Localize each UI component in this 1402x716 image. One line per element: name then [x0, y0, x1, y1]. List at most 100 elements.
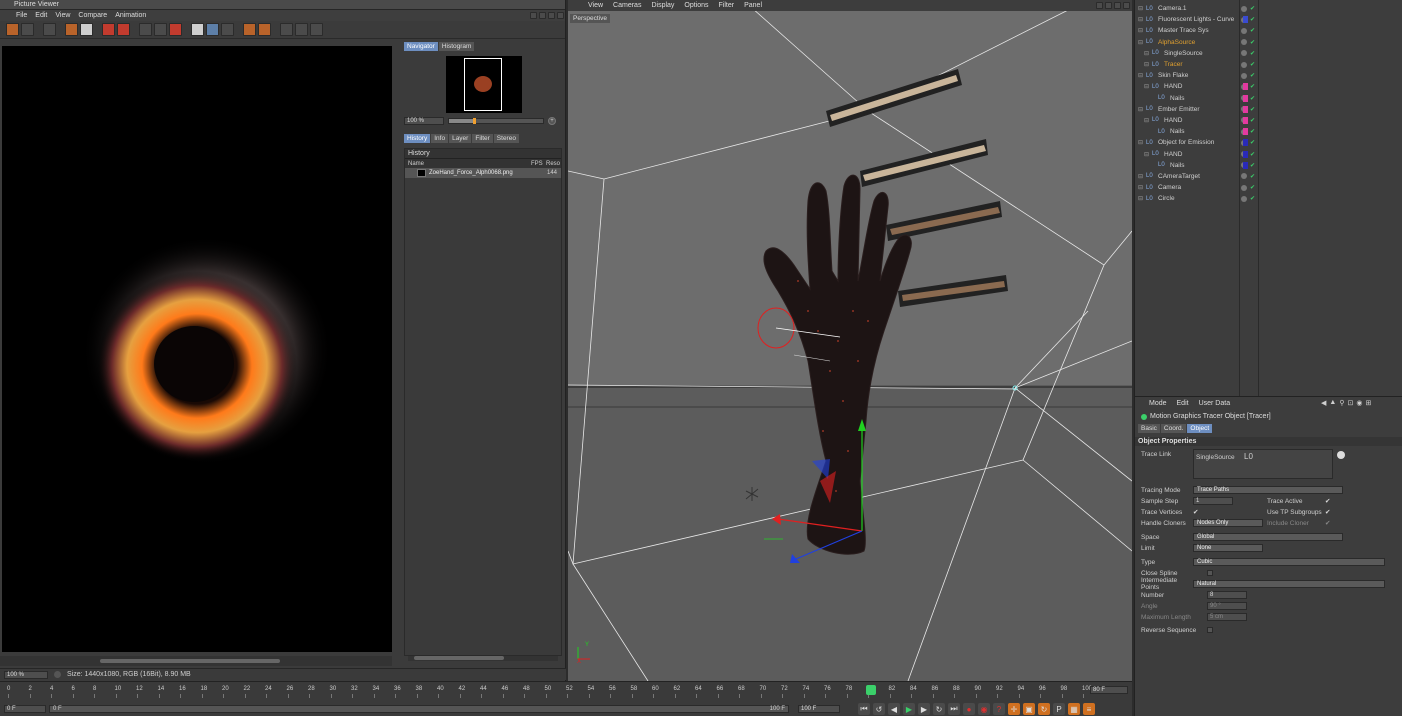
sample-step-field[interactable]: 1 — [1193, 497, 1233, 505]
viewport-menu-display[interactable]: Display — [651, 2, 674, 9]
enabled-check-icon[interactable]: ✔ — [1250, 61, 1255, 68]
menu-compare[interactable]: Compare — [78, 12, 107, 19]
tab-coord[interactable]: Coord. — [1160, 424, 1187, 433]
object-row[interactable]: ⊟ L0 AlphaSource ✔ — [1135, 37, 1402, 48]
end-frame-field[interactable]: 100 F — [798, 705, 840, 713]
tab-info[interactable]: Info — [431, 134, 449, 143]
channel-a-icon[interactable] — [243, 23, 256, 36]
keyframe-selection-icon[interactable]: ? — [993, 703, 1005, 715]
expand-toggle-icon[interactable]: ⊟ — [1138, 139, 1144, 146]
param-key-icon[interactable]: P — [1053, 703, 1065, 715]
dolly-icon[interactable] — [1105, 2, 1112, 9]
navigator-zoom-slider[interactable] — [448, 118, 544, 124]
layers-icon[interactable] — [295, 23, 308, 36]
enabled-check-icon[interactable]: ✔ — [1250, 27, 1255, 34]
handle-cloners-dropdown[interactable]: Nodes Only — [1193, 519, 1263, 527]
enabled-check-icon[interactable]: ✔ — [1250, 162, 1255, 169]
use-tp-checkbox[interactable]: ✔ — [1325, 508, 1330, 516]
enabled-check-icon[interactable]: ✔ — [1250, 50, 1255, 57]
column-name[interactable]: Name — [405, 161, 424, 167]
history-row[interactable]: ZoeHand_Force_Alph0068.png 144 — [405, 168, 561, 178]
tab-navigator[interactable]: Navigator — [404, 42, 438, 51]
lock-icon[interactable]: ⊡ — [1347, 399, 1353, 407]
enabled-check-icon[interactable]: ✔ — [1250, 128, 1255, 135]
enabled-check-icon[interactable]: ✔ — [1250, 195, 1255, 202]
move-icon[interactable] — [548, 12, 555, 19]
timeline-settings-icon[interactable]: ≡ — [1083, 703, 1095, 715]
menu-file[interactable]: File — [16, 12, 27, 19]
status-dropdown-icon[interactable] — [54, 671, 61, 678]
object-row[interactable]: ⊟ L0 Fluorescent Lights - Curve ✔ — [1135, 14, 1402, 25]
visibility-toggle-icon[interactable] — [1241, 72, 1247, 79]
visibility-toggle-icon[interactable] — [1241, 27, 1247, 34]
trace-link-field[interactable]: SingleSource L0 — [1193, 449, 1333, 479]
visibility-toggle-icon[interactable] — [1241, 39, 1247, 46]
channel-b-icon[interactable] — [258, 23, 271, 36]
tab-object[interactable]: Object — [1187, 424, 1213, 433]
object-row[interactable]: ⊟ L0 Camera ✔ — [1135, 182, 1402, 193]
start-frame-field[interactable]: 0 F — [4, 705, 46, 713]
enabled-check-icon[interactable]: ✔ — [1250, 151, 1255, 158]
intermediate-dropdown[interactable]: Natural — [1193, 580, 1385, 588]
object-row[interactable]: ⊟ L0 Object for Emission ✔ — [1135, 137, 1402, 148]
open-file-icon[interactable] — [6, 23, 19, 36]
expand-toggle-icon[interactable]: ⊟ — [1138, 27, 1144, 34]
enabled-check-icon[interactable]: ✔ — [1250, 139, 1255, 146]
object-row[interactable]: L0 Nails ✔ — [1135, 160, 1402, 171]
expand-toggle-icon[interactable]: ⊟ — [1138, 16, 1144, 23]
object-row[interactable]: ⊟ L0 Skin Flake ✔ — [1135, 70, 1402, 81]
attr-menu-user-data[interactable]: User Data — [1199, 400, 1231, 407]
autokey-icon[interactable]: ◉ — [978, 703, 990, 715]
object-row[interactable]: ⊟ L0 Circle ✔ — [1135, 193, 1402, 204]
viewport-menu-options[interactable]: Options — [684, 2, 708, 9]
reverse-checkbox[interactable] — [1207, 627, 1213, 633]
current-frame-field[interactable]: 80 F — [1090, 686, 1128, 694]
go-start-icon[interactable]: ⏮ — [858, 703, 870, 715]
image-horizontal-scrollbar[interactable] — [0, 656, 392, 666]
expand-toggle-icon[interactable]: ⊟ — [1144, 83, 1150, 90]
column-resolution[interactable]: Reso — [546, 161, 560, 167]
play-icon[interactable]: ▶ — [903, 703, 915, 715]
ab-icon[interactable] — [191, 23, 204, 36]
expand-toggle-icon[interactable]: ⊟ — [1138, 184, 1144, 191]
rotate-key-icon[interactable]: ↻ — [1038, 703, 1050, 715]
enabled-check-icon[interactable]: ✔ — [1250, 72, 1255, 79]
menu-view[interactable]: View — [55, 12, 70, 19]
expand-toggle-icon[interactable]: ⊟ — [1144, 50, 1150, 57]
object-row[interactable]: ⊟ L0 Camera.1 ✔ — [1135, 3, 1402, 14]
search-icon[interactable]: ⚲ — [1339, 399, 1344, 407]
enabled-check-icon[interactable]: ✔ — [1250, 106, 1255, 113]
close-spline-checkbox[interactable] — [1207, 570, 1213, 576]
3d-viewport[interactable]: View Cameras Display Options Filter Pane… — [568, 0, 1132, 681]
expand-toggle-icon[interactable]: ⊟ — [1138, 106, 1144, 113]
rotate-icon[interactable] — [1114, 2, 1121, 9]
status-zoom-field[interactable]: 100 % — [4, 670, 48, 679]
visibility-toggle-icon[interactable] — [1241, 61, 1247, 68]
viewport-menu-filter[interactable]: Filter — [719, 2, 735, 9]
object-row[interactable]: ⊟ L0 Master Trace Sys ✔ — [1135, 25, 1402, 36]
object-row[interactable]: ⊟ L0 SingleSource ✔ — [1135, 48, 1402, 59]
playhead[interactable] — [866, 685, 876, 695]
enabled-check-icon[interactable]: ✔ — [1250, 83, 1255, 90]
compare-b-icon[interactable] — [154, 23, 167, 36]
maximize-icon[interactable] — [1123, 2, 1130, 9]
limit-dropdown[interactable]: None — [1193, 544, 1263, 552]
prev-frame-icon[interactable]: ◀ — [888, 703, 900, 715]
navigator-thumbnail[interactable] — [446, 56, 522, 113]
render-icon[interactable] — [117, 23, 130, 36]
link-picker-icon[interactable] — [1337, 451, 1345, 459]
next-key-icon[interactable]: ↻ — [933, 703, 945, 715]
tracing-mode-dropdown[interactable]: Trace Paths — [1193, 486, 1343, 494]
prev-key-icon[interactable]: ↺ — [873, 703, 885, 715]
object-row[interactable]: L0 Nails ✔ — [1135, 126, 1402, 137]
render-region-icon[interactable] — [65, 23, 78, 36]
expand-toggle-icon[interactable]: ⊟ — [1138, 195, 1144, 202]
zoom-icon[interactable] — [80, 23, 93, 36]
history-scrollbar[interactable] — [408, 656, 558, 661]
compare-swap-icon[interactable] — [169, 23, 182, 36]
rendered-image-view[interactable] — [2, 46, 392, 652]
navigator-zoom-field[interactable]: 100 % — [404, 117, 444, 125]
attr-menu-mode[interactable]: Mode — [1141, 400, 1167, 407]
enabled-check-icon[interactable]: ✔ — [1250, 5, 1255, 12]
column-fps[interactable]: FPS — [531, 161, 543, 167]
